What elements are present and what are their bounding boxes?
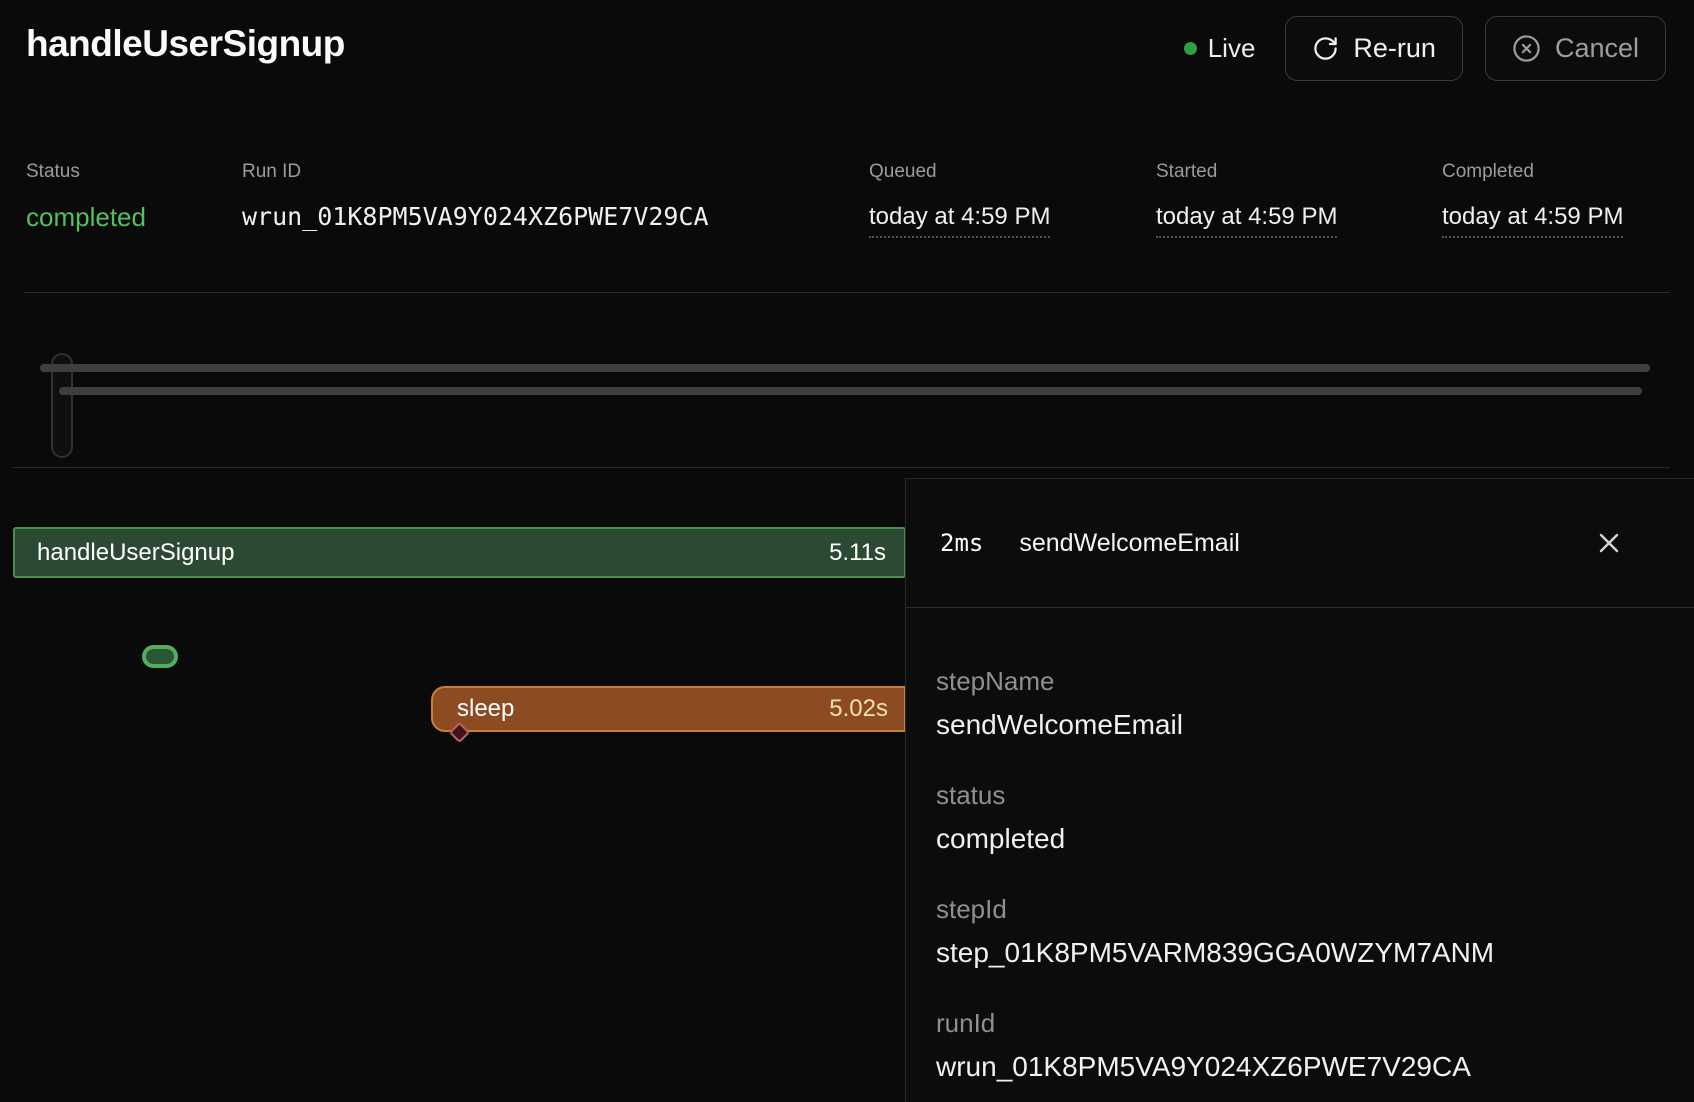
page-title: handleUserSignup <box>26 22 345 66</box>
rerun-button[interactable]: Re-run <box>1285 16 1463 81</box>
workflow-span-duration: 5.11s <box>829 539 886 567</box>
minimap-bar-workflow <box>40 364 1650 372</box>
cancel-label: Cancel <box>1555 33 1639 64</box>
step-status-value: completed <box>936 822 1664 856</box>
minimap-bar-sleep <box>59 387 1642 395</box>
header-actions: Live Re-run Cancel <box>1176 16 1666 81</box>
panel-runid-label: runId <box>936 1008 1664 1038</box>
sleep-span-name: sleep <box>457 695 514 723</box>
close-icon <box>1593 527 1625 562</box>
app-root: handleUserSignup Live Re-run <box>0 0 1694 1102</box>
live-label: Live <box>1208 33 1256 64</box>
stepname-label: stepName <box>936 666 1664 696</box>
completed-value[interactable]: today at 4:59 PM <box>1442 202 1623 238</box>
status-label: Status <box>26 160 146 184</box>
started-label: Started <box>1156 160 1337 184</box>
panel-body: stepName sendWelcomeEmail status complet… <box>906 608 1694 1084</box>
detail-field-status: status completed <box>936 780 1664 856</box>
sleep-span-bar[interactable]: sleep 5.02s <box>431 686 906 732</box>
rerun-label: Re-run <box>1353 33 1436 64</box>
meta-field-started: Started today at 4:59 PM <box>1156 160 1337 238</box>
started-value[interactable]: today at 4:59 PM <box>1156 202 1337 238</box>
live-dot-icon <box>1184 42 1197 55</box>
panel-runid-value: wrun_01K8PM5VA9Y024XZ6PWE7V29CA <box>936 1050 1664 1084</box>
waterfall-timeline: handleUserSignup 5.11s sleep 5.02s <box>0 468 906 1102</box>
workflow-span-bar[interactable]: handleUserSignup 5.11s <box>13 527 906 578</box>
step-duration-badge: 2ms <box>940 529 983 557</box>
detail-field-stepname: stepName sendWelcomeEmail <box>936 666 1664 742</box>
step-status-label: status <box>936 780 1664 810</box>
meta-field-run-id: Run ID wrun_01K8PM5VA9Y024XZ6PWE7V29CA <box>242 160 709 232</box>
detail-field-stepid: stepId step_01K8PM5VARM839GGA0WZYM7ANM <box>936 894 1664 970</box>
close-panel-button[interactable] <box>1588 523 1630 565</box>
meta-field-queued: Queued today at 4:59 PM <box>869 160 1050 238</box>
completed-label: Completed <box>1442 160 1623 184</box>
stepname-value: sendWelcomeEmail <box>936 708 1664 742</box>
meta-field-completed: Completed today at 4:59 PM <box>1442 160 1623 238</box>
queued-label: Queued <box>869 160 1050 184</box>
step-marker-pill[interactable] <box>142 645 178 668</box>
meta-field-status: Status completed <box>26 160 146 232</box>
panel-step-title: sendWelcomeEmail <box>1019 529 1239 558</box>
panel-header: 2ms sendWelcomeEmail <box>906 479 1694 608</box>
detail-field-runid: runId wrun_01K8PM5VA9Y024XZ6PWE7V29CA <box>936 1008 1664 1084</box>
queued-value[interactable]: today at 4:59 PM <box>869 202 1050 238</box>
run-id-value: wrun_01K8PM5VA9Y024XZ6PWE7V29CA <box>242 202 709 232</box>
circle-x-icon <box>1512 34 1541 63</box>
stepid-label: stepId <box>936 894 1664 924</box>
refresh-icon <box>1312 35 1339 62</box>
workflow-span-name: handleUserSignup <box>37 539 234 567</box>
timeline-minimap <box>0 293 1694 467</box>
sleep-span-duration: 5.02s <box>829 695 888 723</box>
run-id-label: Run ID <box>242 160 709 184</box>
step-details-panel: 2ms sendWelcomeEmail stepName sendWelcom… <box>905 478 1694 1102</box>
cancel-button[interactable]: Cancel <box>1485 16 1666 81</box>
live-indicator: Live <box>1184 33 1256 64</box>
stepid-value: step_01K8PM5VARM839GGA0WZYM7ANM <box>936 936 1664 970</box>
status-value: completed <box>26 202 146 232</box>
